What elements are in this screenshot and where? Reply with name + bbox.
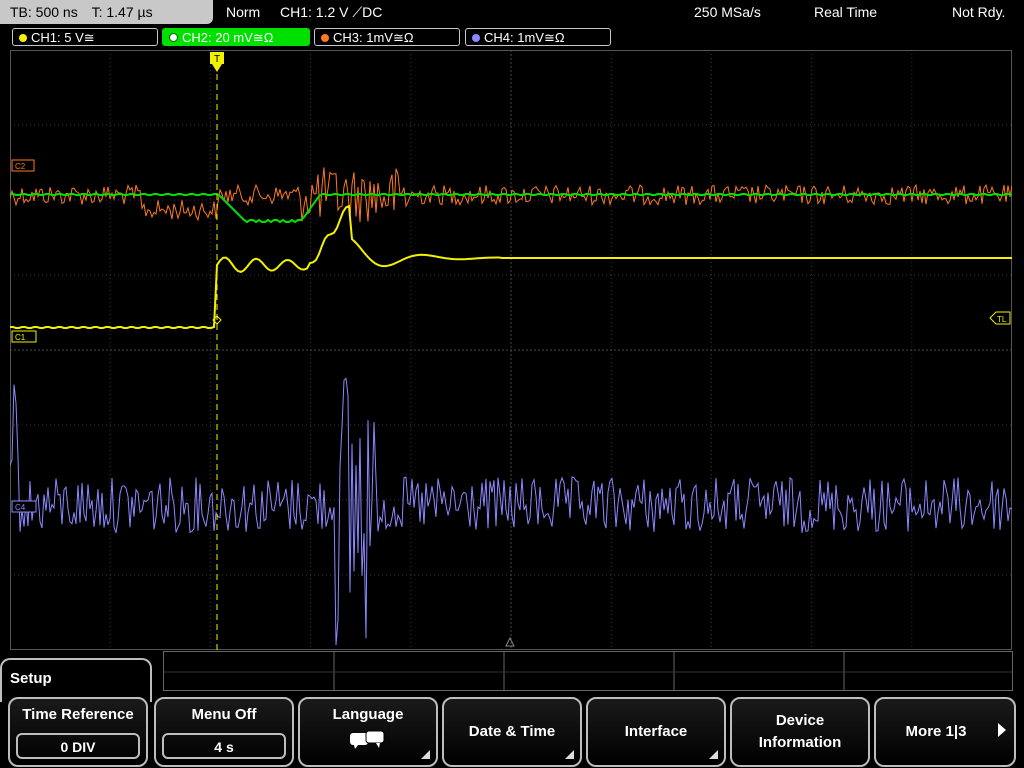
timebase-box[interactable]: TB: 500 ns T: 1.47 µs — [0, 0, 213, 24]
channel-3-label: CH3: 1mV≅Ω — [333, 30, 414, 45]
date-time-button[interactable]: Date & Time — [442, 697, 582, 767]
svg-text:C2: C2 — [15, 162, 26, 171]
status-bar: TB: 500 ns T: 1.47 µs Norm CH1: 1.2 V ⟋D… — [0, 0, 1024, 26]
ch1-offset-marker[interactable]: C1 — [11, 330, 37, 343]
trigger-time-label: T: 1.47 µs — [91, 4, 153, 20]
svg-text:TL: TL — [997, 315, 1007, 324]
sample-rate: 250 MSa/s — [694, 4, 761, 20]
svg-text:C1: C1 — [15, 333, 26, 342]
ch4-offset-marker[interactable]: C4 — [11, 500, 37, 513]
interface-button[interactable]: Interface — [586, 697, 726, 767]
menu-off-label: Menu Off — [191, 706, 257, 723]
interface-label: Interface — [624, 723, 688, 740]
channel-1-tab[interactable]: CH1: 5 V≅ — [12, 28, 158, 46]
waveform-display[interactable]: T C2 C1 C4 TL — [10, 50, 1012, 650]
time-reference-value: 0 DIV — [16, 733, 140, 759]
more-button[interactable]: More 1|3 — [874, 697, 1016, 767]
channel-1-label: CH1: 5 V≅ — [31, 30, 95, 45]
trigger-position-marker[interactable]: T — [210, 52, 224, 72]
speech-bubbles-icon — [350, 730, 385, 749]
acquisition-state: Not Rdy. — [952, 4, 1006, 20]
menu-title-tab: Setup — [0, 658, 152, 702]
submenu-corner-icon — [565, 750, 574, 759]
trigger-level-marker[interactable]: TL — [989, 311, 1011, 325]
channel-4-tab[interactable]: CH4: 1mV≅Ω — [465, 28, 611, 46]
device-information-button[interactable]: Device Information — [730, 697, 870, 767]
channel-2-tab[interactable]: CH2: 20 mV≅Ω — [162, 28, 310, 46]
device-info-line1: Device — [775, 712, 825, 729]
svg-text:T: T — [214, 54, 220, 65]
channel-4-label: CH4: 1mV≅Ω — [484, 30, 565, 45]
menu-off-button[interactable]: Menu Off 4 s — [154, 697, 294, 767]
language-button[interactable]: Language — [298, 697, 438, 767]
submenu-corner-icon — [709, 750, 718, 759]
menu-info-strip — [163, 651, 1013, 691]
language-label: Language — [332, 706, 404, 723]
more-label: More 1|3 — [905, 723, 967, 740]
svg-text:C4: C4 — [15, 503, 26, 512]
menu-off-value: 4 s — [162, 733, 286, 759]
submenu-corner-icon — [421, 750, 430, 759]
ch2-dot-icon — [169, 33, 178, 42]
trigger-info[interactable]: CH1: 1.2 V ⟋DC — [280, 0, 382, 24]
device-info-line2: Information — [758, 734, 842, 751]
menu-title: Setup — [10, 670, 52, 687]
ch1-dot-icon — [19, 34, 27, 42]
trigger-mode[interactable]: Norm — [226, 0, 260, 24]
graticule — [10, 50, 1012, 650]
ch3-dot-icon — [321, 34, 329, 42]
channel-3-tab[interactable]: CH3: 1mV≅Ω — [314, 28, 460, 46]
channel-2-label: CH2: 20 mV≅Ω — [182, 30, 274, 45]
time-reference-button[interactable]: Time Reference 0 DIV — [8, 697, 148, 767]
time-reference-marker — [505, 636, 515, 647]
ch4-dot-icon — [472, 34, 480, 42]
timebase-label: TB: 500 ns — [10, 4, 78, 20]
date-time-label: Date & Time — [468, 723, 556, 740]
ch2-offset-marker[interactable]: C2 — [11, 159, 35, 172]
acquisition-mode: Real Time — [814, 4, 878, 20]
time-reference-label: Time Reference — [22, 706, 134, 723]
chevron-right-icon — [998, 723, 1006, 737]
